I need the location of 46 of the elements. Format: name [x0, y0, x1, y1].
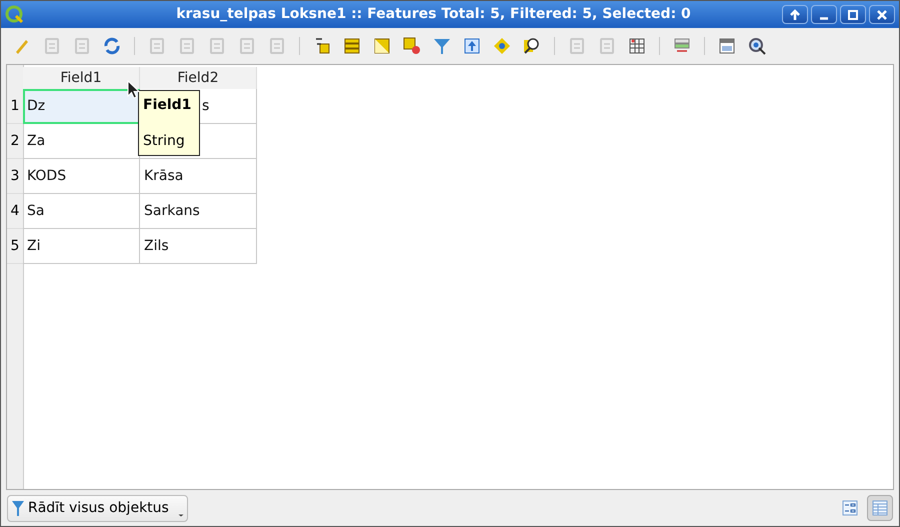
up-button[interactable] [782, 5, 808, 24]
table-cell: Krāsa [140, 159, 257, 194]
table-cell: Dz [23, 89, 140, 124]
filter-dropdown[interactable]: Rādīt visus objektus [7, 494, 188, 522]
table-cell: Sa [23, 194, 140, 229]
close-button[interactable] [869, 5, 895, 24]
close-icon [876, 8, 888, 20]
toolbar-icon [597, 36, 617, 56]
toolbar-icon [42, 36, 62, 56]
toolbar-icon [342, 36, 362, 56]
table-cell: Zils [140, 229, 257, 264]
maximize-button[interactable] [840, 5, 866, 24]
toolbar-icon [492, 36, 512, 56]
toolbar-icon [462, 36, 482, 56]
table-cell: Zi [23, 229, 140, 264]
toolbar-icon [747, 36, 767, 56]
toolbar-icon [177, 36, 197, 56]
toolbar-icon [267, 36, 287, 56]
toolbar-button[interactable] [746, 35, 768, 57]
toolbar-icon [372, 36, 392, 56]
column-header[interactable]: Field2 [140, 67, 257, 89]
table-cell: KODS [23, 159, 140, 194]
tooltip-type: String [143, 134, 186, 148]
table-icon [872, 500, 888, 516]
minimize-icon [818, 17, 830, 20]
toolbar-icon [207, 36, 227, 56]
caret-icon [178, 514, 184, 516]
window-title: krasu_telpas Loksne1 :: Features Total: 5, Filtered: 5, Selected: 0 [175, 5, 692, 24]
toolbar-icon [627, 36, 647, 56]
toolbar-icon [432, 36, 452, 56]
up-arrow-icon [789, 8, 801, 20]
toolbar-icon [102, 36, 122, 56]
toolbar-icon [72, 36, 92, 56]
toolbar-icon [402, 36, 422, 56]
app-logo-icon [5, 4, 25, 24]
form-icon [842, 500, 858, 516]
tooltip-title: Field1 [143, 98, 192, 112]
minimize-button[interactable] [811, 5, 837, 24]
maximize-icon [847, 8, 859, 20]
filter-icon [11, 499, 25, 517]
column-header[interactable]: Field1 [23, 67, 140, 89]
toolbar-icon [147, 36, 167, 56]
toolbar-icon [717, 36, 737, 56]
toolbar-icon [567, 36, 587, 56]
table-cell: Sarkans [140, 194, 257, 229]
toolbar-icon [237, 36, 257, 56]
